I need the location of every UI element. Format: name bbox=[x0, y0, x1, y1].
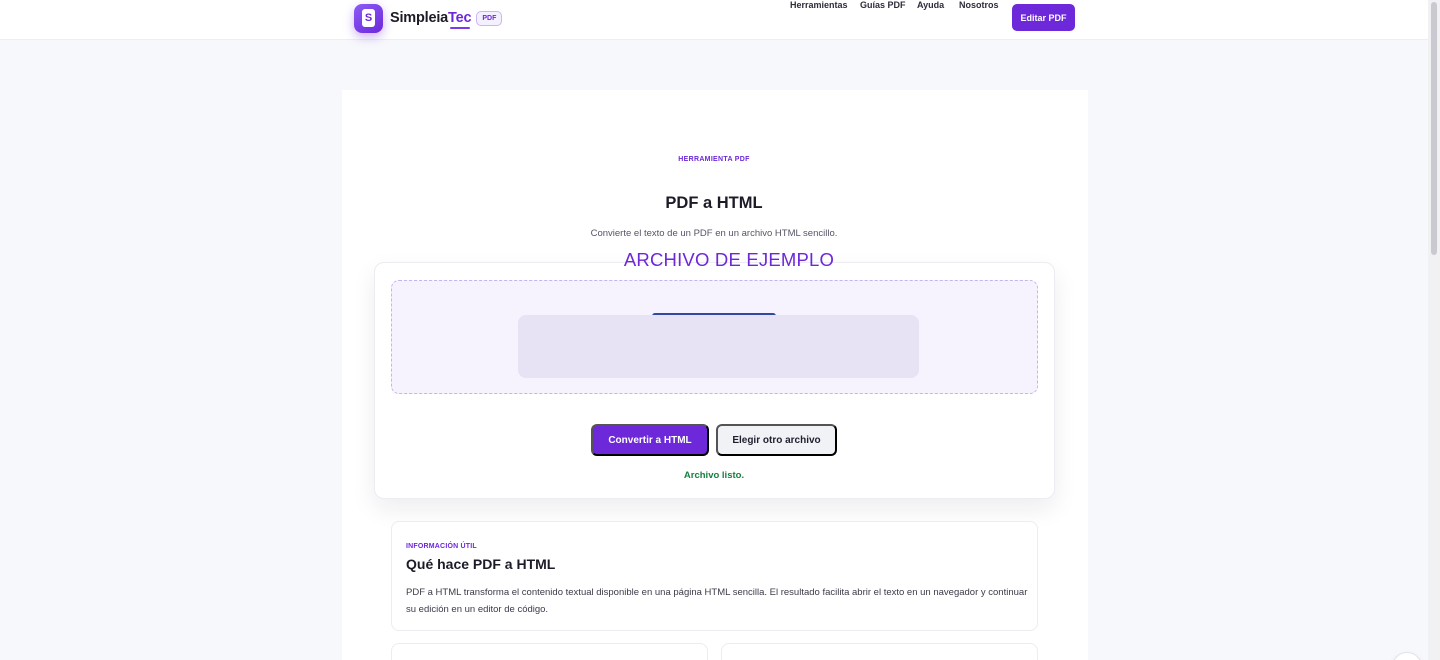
nav-link-guias-pdf[interactable]: Guías PDF bbox=[860, 0, 906, 10]
status-message: Archivo listo. bbox=[683, 470, 745, 481]
nav-link-nosotros[interactable]: Nosotros bbox=[959, 0, 999, 10]
app-logo-icon: S bbox=[354, 3, 383, 33]
brand-name-main: Simpleia bbox=[390, 10, 449, 26]
logo-letter: S bbox=[362, 8, 375, 27]
info-card: INFORMACIÓN ÚTIL Qué hace PDF a HTML PDF… bbox=[391, 521, 1038, 631]
scrollbar-thumb[interactable] bbox=[1431, 2, 1437, 255]
edit-pdf-button[interactable]: Editar PDF bbox=[1012, 4, 1075, 31]
brand-badge: PDF bbox=[476, 10, 503, 26]
nav-link-ayuda[interactable]: Ayuda bbox=[917, 0, 944, 10]
scroll-top-button[interactable] bbox=[1392, 652, 1422, 660]
nav-link-herramientas[interactable]: Herramientas bbox=[790, 0, 848, 10]
info-text: PDF a HTML transforma el contenido textu… bbox=[406, 587, 1028, 615]
brand-name-accent: Tec bbox=[448, 10, 472, 26]
page-scrollbar[interactable] bbox=[1428, 0, 1440, 660]
feature-card bbox=[391, 643, 708, 660]
feature-card bbox=[721, 643, 1038, 660]
info-eyebrow: INFORMACIÓN ÚTIL bbox=[406, 543, 477, 550]
file-preview bbox=[518, 315, 919, 378]
brand-name: SimpleiaTec bbox=[390, 10, 472, 29]
choose-another-file-button[interactable]: Elegir otro archivo bbox=[716, 424, 837, 456]
tool-eyebrow: HERRAMIENTA PDF bbox=[678, 156, 750, 163]
sample-file-label: ARCHIVO DE EJEMPLO bbox=[623, 249, 835, 270]
info-title: Qué hace PDF a HTML bbox=[406, 556, 556, 572]
page-subtitle: Convierte el texto de un PDF en un archi… bbox=[590, 228, 838, 239]
convert-to-html-button[interactable]: Convertir a HTML bbox=[591, 424, 709, 456]
site-header: S SimpleiaTec PDF Herramientas Guías PDF… bbox=[0, 0, 1428, 40]
page-title: PDF a HTML bbox=[665, 194, 763, 212]
brand-logo-link[interactable]: S SimpleiaTec PDF bbox=[354, 3, 503, 33]
